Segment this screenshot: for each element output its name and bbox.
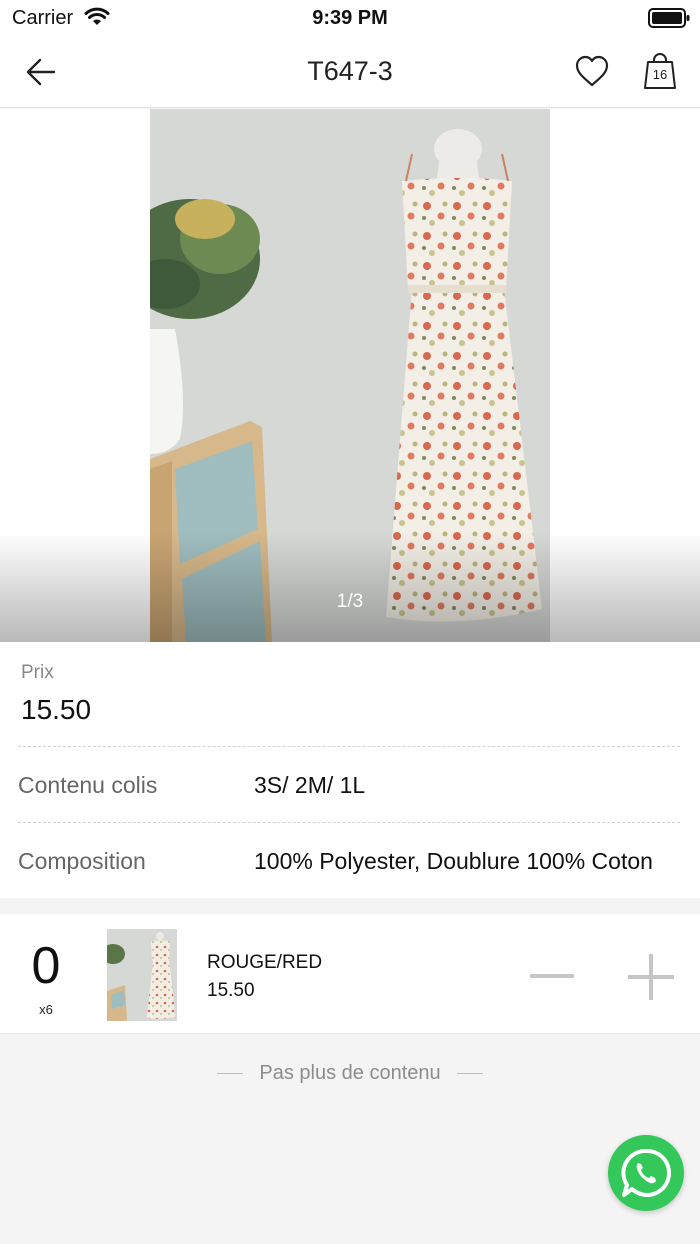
price-label: Prix [21,662,54,683]
clock: 9:39 PM [312,7,388,29]
divider [18,822,680,823]
composition-label: Composition [18,848,146,874]
divider-line [456,1073,483,1075]
product-gallery[interactable]: 1/3 [0,109,700,642]
variant-row: 0 x6 ROUGE/RED 15.50 [0,914,700,1034]
composition-value: 100% Polyester, Doublure 100% Coton [254,848,653,874]
product-info: Prix 15.50 Contenu colis 3S/ 2M/ 1L Comp… [0,642,700,898]
variant-thumbnail[interactable] [107,929,177,1021]
divider [18,746,680,747]
variant-price: 15.50 [207,980,255,1001]
package-content-label: Contenu colis [18,772,158,798]
whatsapp-button[interactable] [608,1135,684,1211]
heart-icon[interactable] [574,54,610,90]
pack-size: x6 [39,1002,53,1017]
variant-color: ROUGE/RED [207,952,323,973]
quantity-value: 0 [31,937,61,995]
navigation-bar: T647-3 16 [0,36,700,108]
package-content-value: 3S/ 2M/ 1L [254,772,366,798]
divider-line [217,1073,244,1075]
end-of-content: Pas plus de contenu [0,1062,700,1085]
gallery-shade [0,532,700,642]
price-value: 15.50 [21,694,92,725]
battery-icon [648,8,690,33]
plus-icon[interactable] [624,950,678,1004]
minus-icon[interactable] [526,954,580,998]
cart-count-badge: 16 [652,67,668,82]
status-bar: Carrier 9:39 PM [0,0,700,36]
end-of-content-text: Pas plus de contenu [259,1062,441,1084]
image-counter: 1/3 [336,591,364,612]
